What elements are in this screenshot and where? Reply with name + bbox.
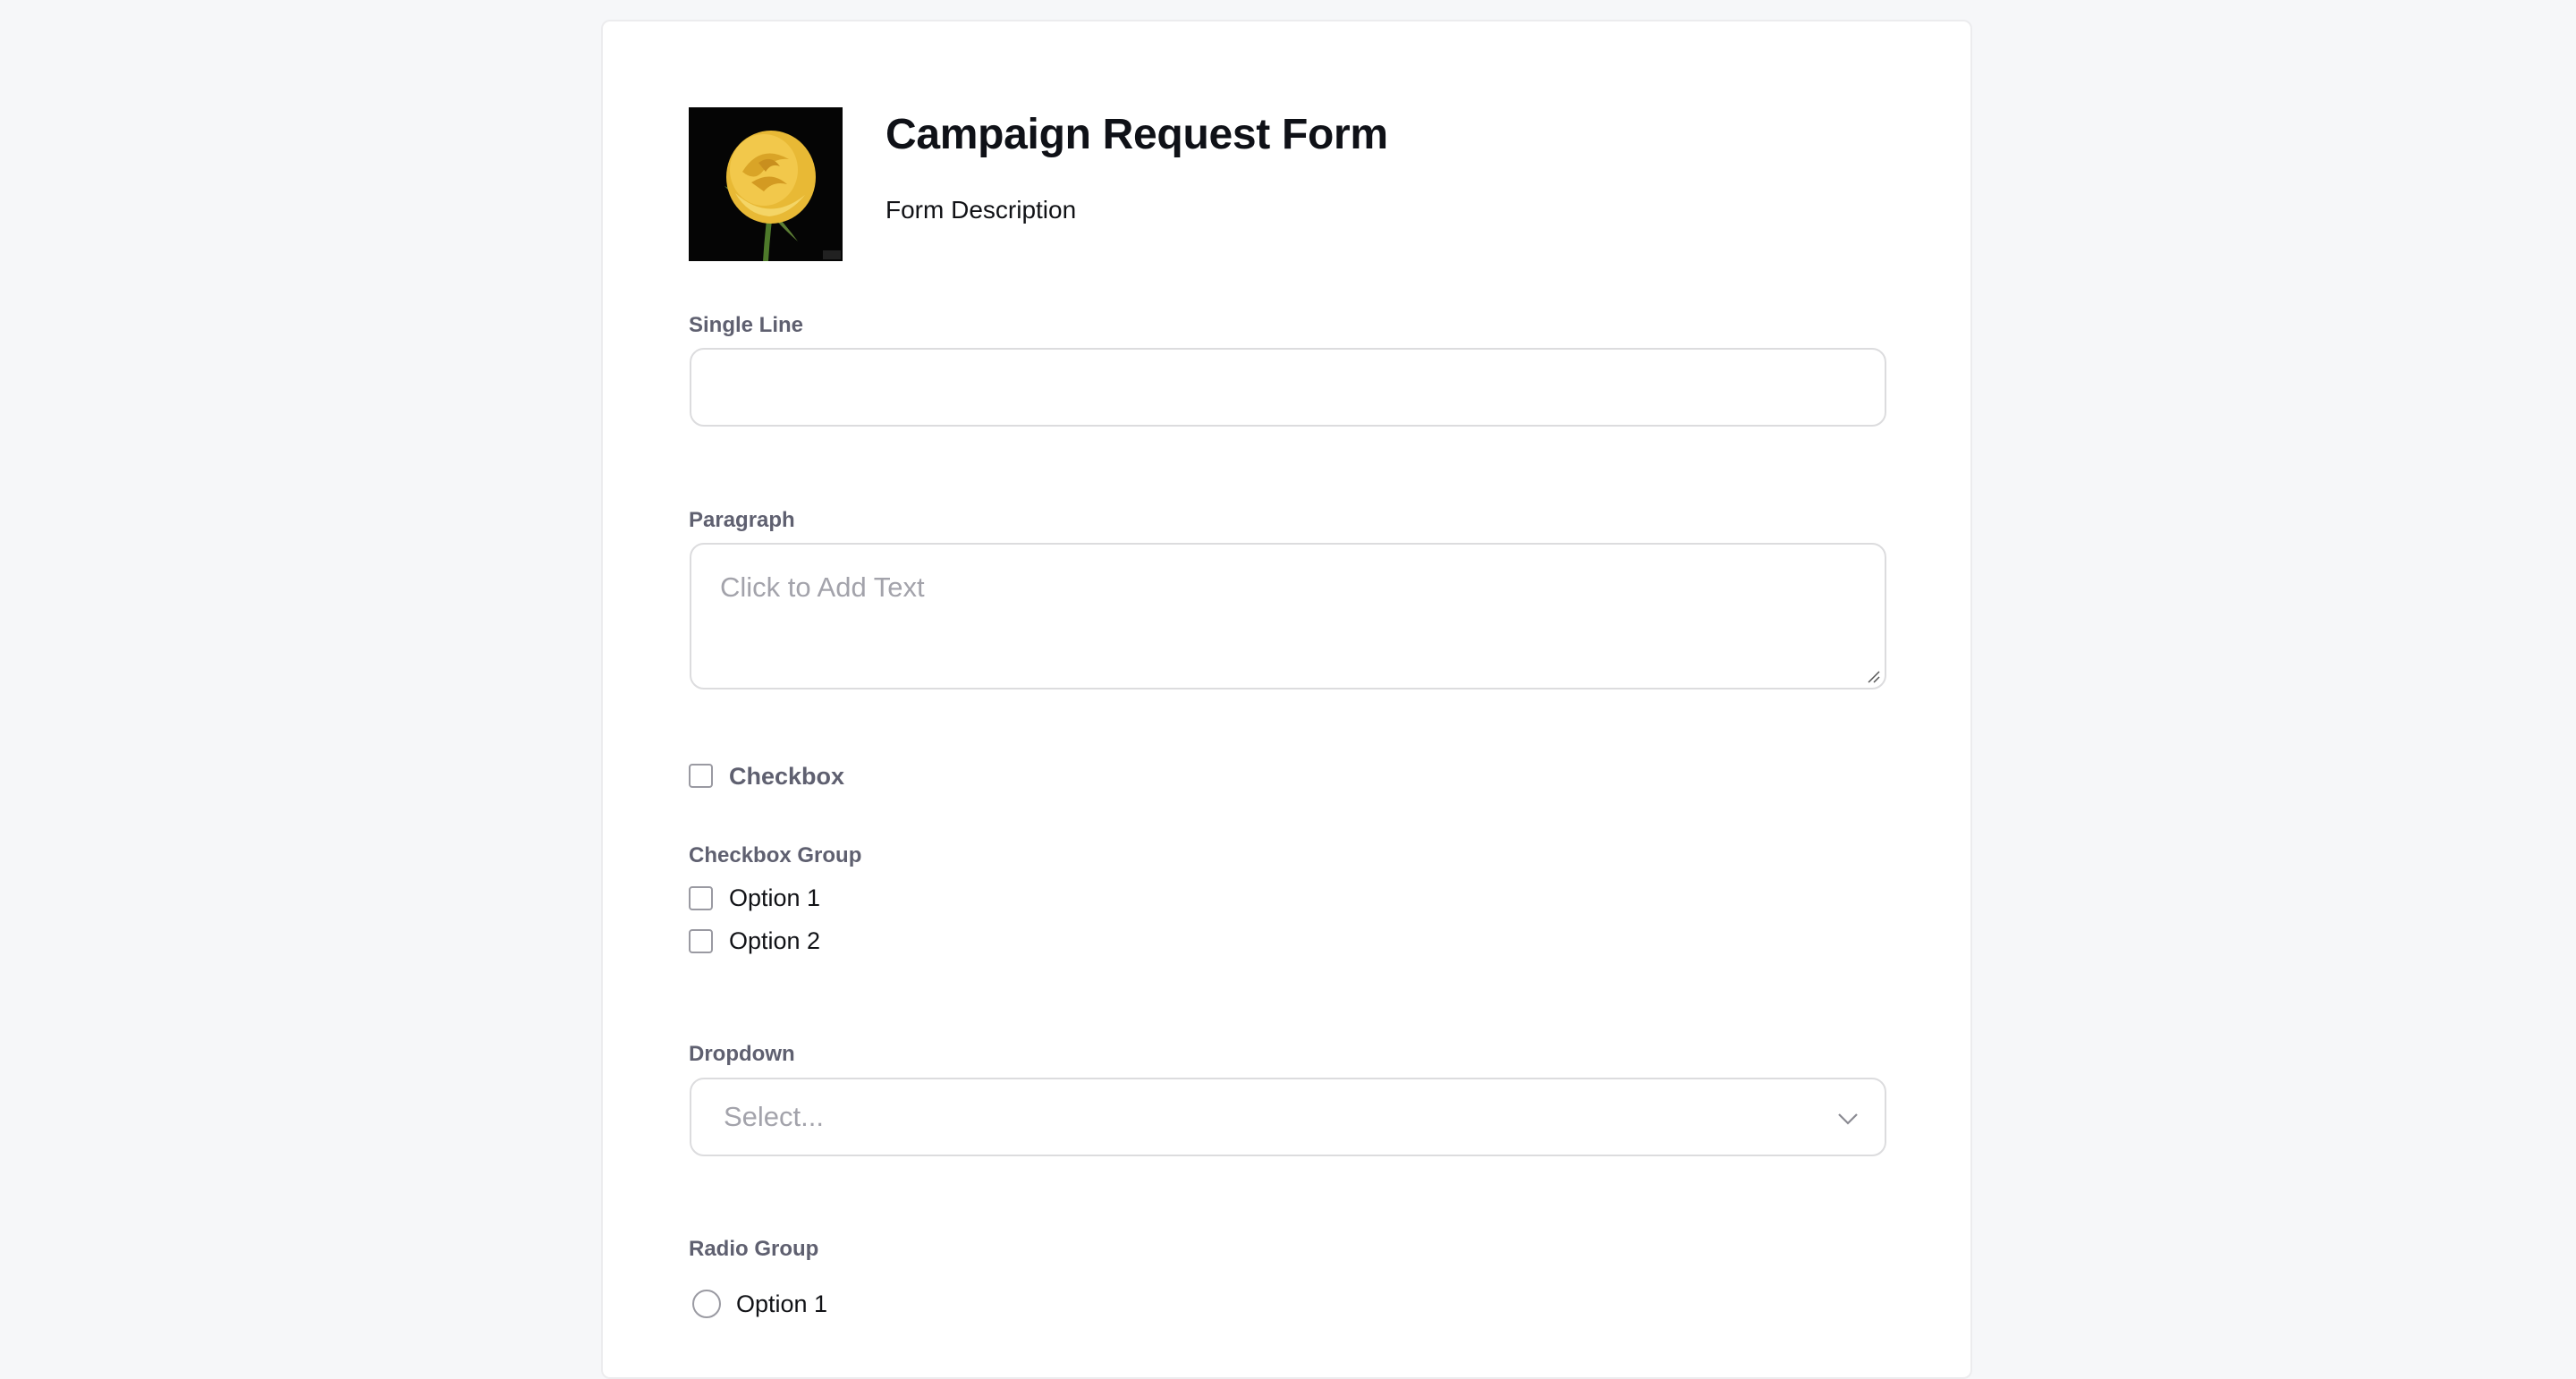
resize-handle-icon[interactable] [1867,670,1881,684]
rose-image-icon [689,107,843,261]
dropdown-select[interactable]: Select... [690,1078,1886,1156]
checkbox-group-label: Checkbox Group [689,843,862,867]
dropdown-label: Dropdown [689,1042,795,1066]
checkbox-label[interactable]: Checkbox [729,761,844,791]
radio-option-1[interactable] [692,1290,721,1318]
radio-group-label: Radio Group [689,1237,819,1261]
chevron-down-icon [1838,1113,1858,1125]
paragraph-placeholder: Click to Add Text [720,571,925,603]
checkbox-group-option-2[interactable] [689,929,713,953]
paragraph-label: Paragraph [689,508,795,532]
paragraph-textarea[interactable]: Click to Add Text [690,543,1886,690]
single-line-input[interactable] [690,348,1886,427]
checkbox-group-option-1-label[interactable]: Option 1 [729,883,820,913]
checkbox-group-option-2-label[interactable]: Option 2 [729,926,820,956]
form-description: Form Description [886,196,1077,224]
radio-option-1-label[interactable]: Option 1 [736,1289,827,1319]
single-line-label: Single Line [689,313,804,337]
checkbox-group-option-1[interactable] [689,886,713,910]
form-title: Campaign Request Form [886,111,1388,158]
checkbox[interactable] [689,764,713,788]
form-logo-image [689,107,843,261]
dropdown-placeholder: Select... [724,1101,824,1132]
